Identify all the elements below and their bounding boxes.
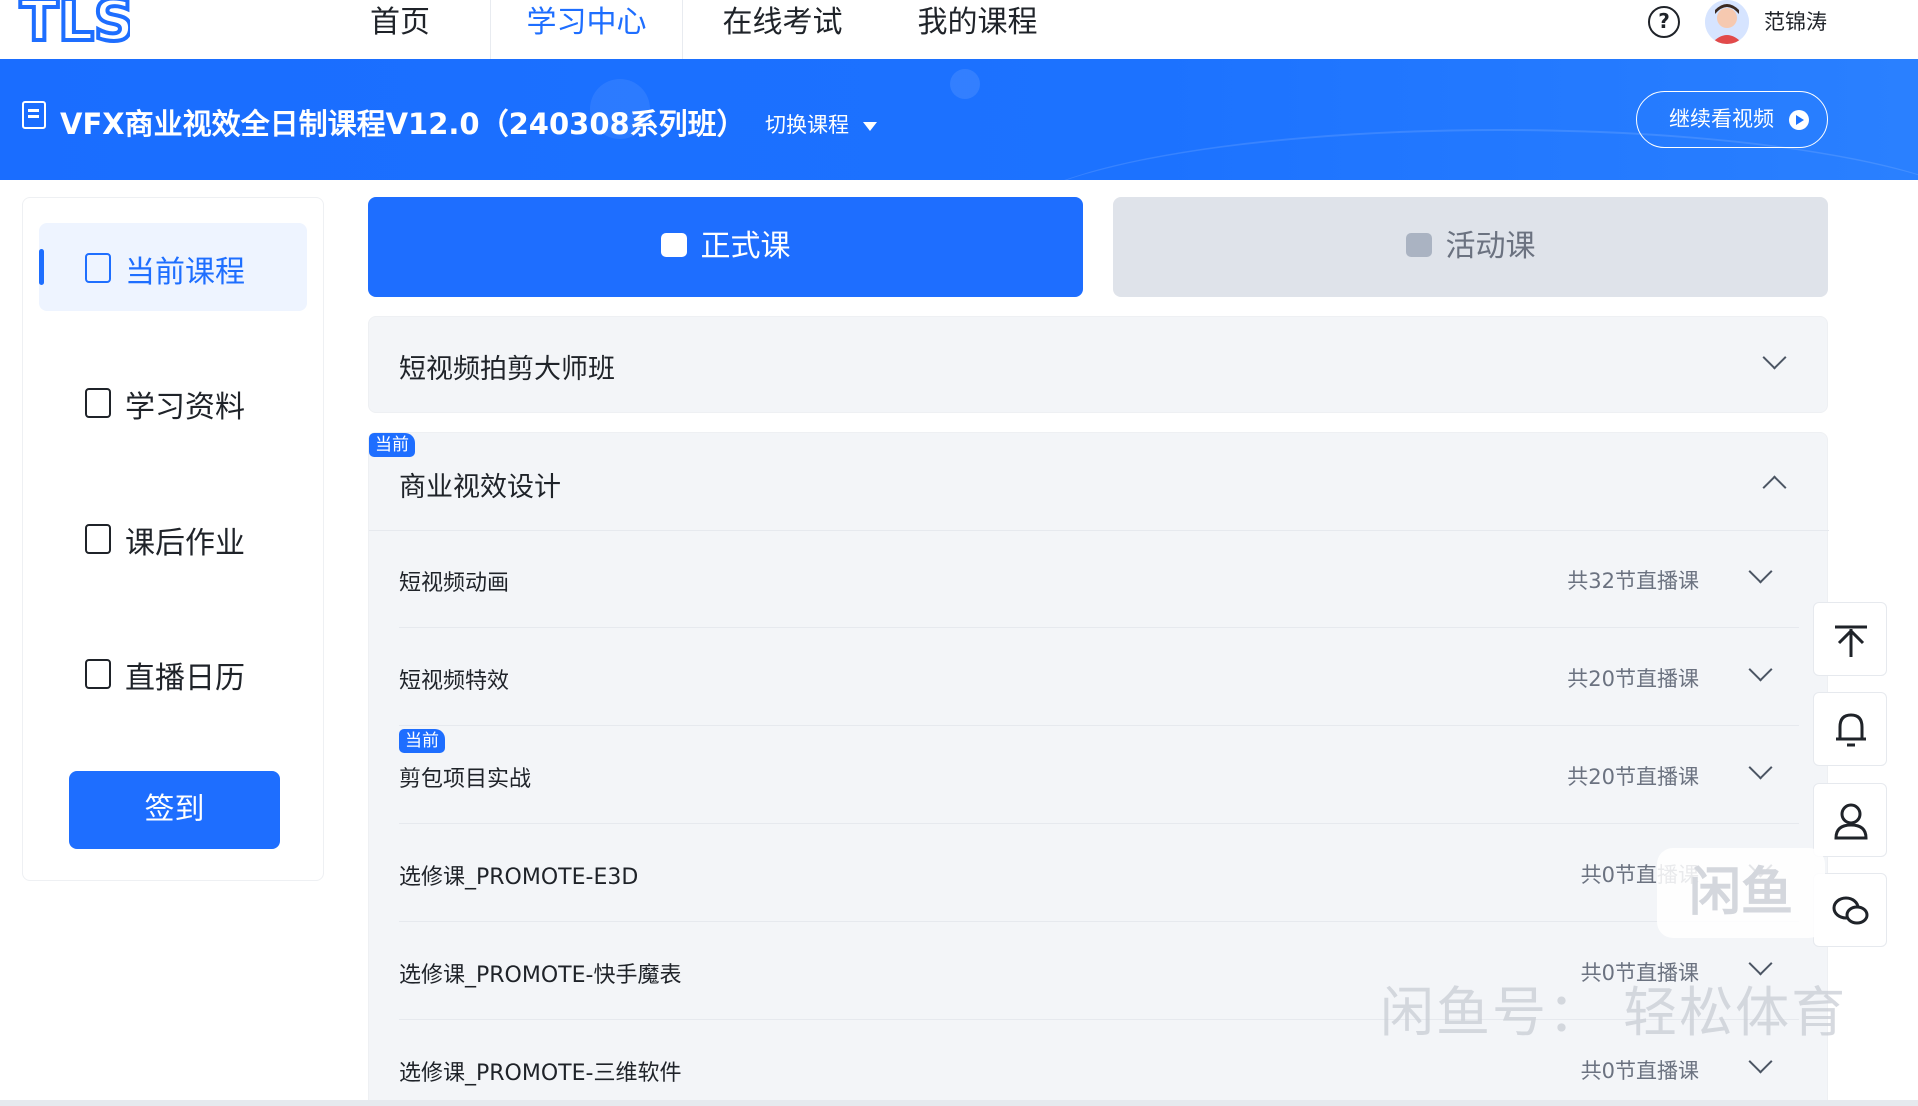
star-badge-icon (1405, 232, 1432, 257)
caret-down-icon (863, 121, 877, 131)
back-to-top-icon (1835, 625, 1867, 657)
sidebar-item-homework[interactable]: 课后作业 (39, 494, 307, 582)
chevron-down-icon[interactable] (1748, 559, 1773, 584)
sub-course-name: 选修课_PROMOTE-E3D (399, 865, 639, 890)
sidebar-item-study-materials[interactable]: 学习资料 (39, 358, 307, 446)
sidebar-item-label: 课后作业 (125, 526, 245, 561)
top-nav: TLS 首页 学习中心 在线考试 我的课程 ? 范锦涛 (0, 0, 1918, 59)
lesson-count: 共20节直播课 (1567, 765, 1699, 789)
tv-icon (660, 232, 687, 257)
sidebar-item-label: 当前课程 (125, 255, 245, 290)
section-title: 商业视效设计 (399, 472, 561, 503)
logo-icon: TLS (18, 0, 136, 56)
chevron-down-icon[interactable] (1748, 755, 1773, 780)
tab-formal-course[interactable]: 正式课 (368, 197, 1083, 297)
section-title: 短视频拍剪大师班 (399, 354, 615, 385)
course-section[interactable]: 短视频拍剪大师班 (368, 316, 1828, 413)
tls-logo[interactable]: TLS (18, 0, 136, 56)
nav-home[interactable]: 首页 (320, 0, 480, 59)
tab-label: 正式课 (700, 229, 791, 264)
sidebar-item-label: 学习资料 (125, 390, 245, 425)
sub-course-name: 短视频动画 (399, 571, 510, 596)
continue-video-button[interactable]: 继续看视频 (1636, 91, 1828, 148)
profile-button[interactable] (1813, 783, 1887, 857)
logo-text: TLS (20, 0, 130, 44)
list-item[interactable]: 短视频动画 共32节直播课 (399, 531, 1799, 628)
sidebar-item-label: 直播日历 (125, 661, 245, 696)
tab-label: 活动课 (1445, 229, 1536, 264)
wechat-icon (1832, 896, 1869, 925)
continue-video-label: 继续看视频 (1669, 107, 1774, 131)
current-badge: 当前 (369, 433, 415, 457)
avatar[interactable] (1705, 0, 1749, 44)
switch-course-dropdown[interactable]: 切换课程 (765, 109, 877, 139)
course-title: VFX商业视效全日制课程V12.0（240308系列班） (60, 107, 746, 141)
lesson-count: 共0节直播课 (1580, 1059, 1699, 1083)
sidebar-item-current-course[interactable]: 当前课程 (39, 223, 307, 311)
chevron-down-icon[interactable] (1748, 657, 1773, 682)
course-banner: VFX商业视效全日制课程V12.0（240308系列班） 切换课程 继续看视频 (0, 59, 1918, 180)
sub-course-name: 剪包项目实战 (399, 767, 532, 792)
bell-icon (1836, 713, 1866, 747)
lesson-count: 共20节直播课 (1567, 667, 1699, 691)
nav-online-exam[interactable]: 在线考试 (700, 0, 865, 59)
calendar-icon (85, 659, 111, 689)
watermark-text: 闲鱼号： 轻松体育 (1380, 981, 1848, 1044)
banner-decoration (950, 69, 980, 99)
nav-my-courses[interactable]: 我的课程 (895, 0, 1060, 59)
sign-in-button[interactable]: 签到 (69, 771, 280, 849)
chevron-down-icon[interactable] (1762, 345, 1787, 370)
help-icon[interactable]: ? (1648, 6, 1680, 38)
list-item[interactable]: 短视频特效 共20节直播课 (399, 629, 1799, 726)
list-item[interactable]: 选修课_PROMOTE-E3D 共0节直播课 (399, 825, 1799, 922)
avatar-image (1705, 0, 1749, 44)
play-icon (1789, 110, 1809, 130)
username[interactable]: 范锦涛 (1764, 6, 1827, 36)
document-icon (85, 388, 111, 418)
course-document-icon (22, 101, 46, 129)
list-item[interactable]: 当前 剪包项目实战 共20节直播课 (399, 727, 1799, 824)
watermark-logo: 闲鱼 (1657, 848, 1825, 938)
sub-course-name: 选修课_PROMOTE-三维软件 (399, 1061, 682, 1086)
lesson-count: 共32节直播课 (1567, 569, 1699, 593)
switch-course-label: 切换课程 (765, 113, 849, 137)
back-to-top-button[interactable] (1813, 602, 1887, 676)
current-badge: 当前 (399, 729, 445, 753)
video-doc-icon (85, 253, 111, 283)
notifications-button[interactable] (1813, 692, 1887, 766)
tab-activity-course[interactable]: 活动课 (1113, 197, 1828, 297)
sidebar-item-live-calendar[interactable]: 直播日历 (39, 629, 307, 717)
user-icon (1834, 803, 1868, 840)
sidebar: 当前课程 学习资料 课后作业 直播日历 签到 (22, 197, 324, 881)
bottom-divider (0, 1100, 1918, 1106)
chevron-down-icon[interactable] (1748, 1049, 1773, 1074)
nav-learning-center[interactable]: 学习中心 (490, 0, 683, 59)
sub-course-name: 短视频特效 (399, 669, 510, 694)
sub-course-name: 选修课_PROMOTE-快手魔表 (399, 963, 682, 988)
chevron-up-icon[interactable] (1762, 475, 1787, 500)
edit-document-icon (85, 524, 111, 554)
